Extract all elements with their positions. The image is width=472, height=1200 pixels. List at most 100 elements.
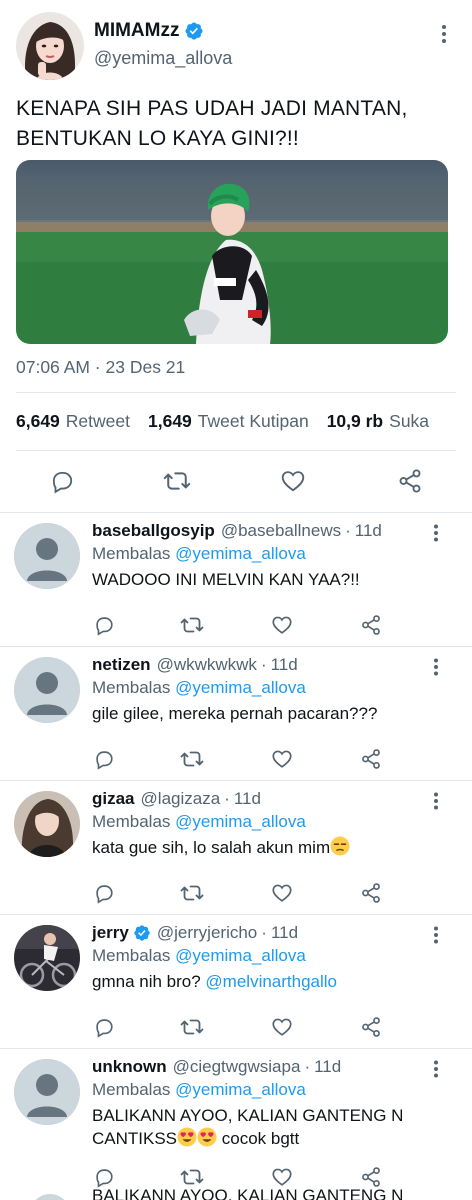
reply-mention-link[interactable]: @melvinarthgallo	[205, 972, 337, 991]
retweet-icon[interactable]	[180, 747, 204, 771]
reply-author-name[interactable]: unknown	[92, 1057, 167, 1077]
dot-separator: ·	[345, 521, 351, 540]
user-avatar[interactable]	[14, 791, 80, 857]
reply-item[interactable]: unknown @ciegtwgwsiapa · 11d Membalas @y…	[0, 1049, 472, 1189]
replying-label: Membalas	[92, 678, 171, 697]
reply-item[interactable]: gizaa @lagizaza · 11d Membalas @yemima_a…	[0, 781, 472, 915]
more-vertical-icon[interactable]	[426, 923, 446, 947]
heart-icon[interactable]	[278, 466, 308, 496]
reply-header: baseballgosyip @baseballnews · 11d	[92, 521, 382, 541]
heart-icon[interactable]	[270, 1015, 294, 1039]
replying-to: Membalas @yemima_allova	[92, 1080, 306, 1100]
reply-icon[interactable]	[92, 613, 116, 637]
heart-icon[interactable]	[270, 613, 294, 637]
more-vertical-icon[interactable]	[434, 22, 454, 46]
reply-text: BALIKANN AYOO, KALIAN GANTENG N CANTIKSS…	[92, 1104, 432, 1150]
replying-label: Membalas	[92, 946, 171, 965]
reply-icon[interactable]	[92, 747, 116, 771]
share-icon[interactable]	[395, 466, 425, 496]
reply-author-handle[interactable]: @wkwkwkwk	[157, 655, 257, 675]
reply-item[interactable]: netizen @wkwkwkwk · 11d Membalas @yemima…	[0, 647, 472, 781]
default-avatar[interactable]	[14, 657, 80, 723]
tweet-timestamp[interactable]: 07:06 AM · 23 Des 21	[16, 357, 185, 378]
more-vertical-icon[interactable]	[426, 1057, 446, 1081]
more-vertical-icon[interactable]	[426, 521, 446, 545]
unamused-face-emoji-icon	[330, 836, 350, 856]
reply-text-word: cocok bgtt	[221, 1129, 300, 1148]
author-name-row[interactable]: MIMAMzz	[94, 20, 204, 42]
reply-age[interactable]: 11d	[271, 655, 298, 675]
default-avatar	[30, 1194, 70, 1200]
reply-author-handle[interactable]: @baseballnews	[221, 521, 341, 541]
dot-separator: ·	[260, 655, 267, 674]
quote-count: 1,649	[148, 411, 192, 431]
share-icon[interactable]	[359, 881, 383, 905]
reply-age[interactable]: 11d	[234, 789, 261, 809]
retweet-icon[interactable]	[162, 466, 192, 496]
share-icon[interactable]	[359, 1015, 383, 1039]
dot-separator: ·	[261, 923, 267, 942]
reply-age[interactable]: 11d	[271, 923, 298, 943]
share-icon[interactable]	[359, 1165, 383, 1189]
reply-age[interactable]: 11d	[355, 521, 382, 541]
tweet-actions	[0, 466, 472, 498]
reply-text-word: CANTIKSS	[92, 1129, 178, 1148]
like-stat[interactable]: 10,9 rb Suka	[327, 411, 429, 432]
tweet-stats: 6,649 Retweet 1,649 Tweet Kutipan 10,9 rb S…	[16, 411, 447, 432]
more-vertical-icon[interactable]	[426, 655, 446, 679]
heart-eyes-emoji-icon	[197, 1127, 217, 1147]
reply-author-name[interactable]: baseballgosyip	[92, 521, 215, 541]
verified-badge-icon	[133, 924, 151, 942]
share-icon[interactable]	[359, 613, 383, 637]
reply-author-name[interactable]: jerry	[92, 923, 129, 943]
replying-to-mention[interactable]: @yemima_allova	[175, 544, 306, 563]
more-vertical-icon[interactable]	[426, 789, 446, 813]
author-display-name[interactable]: MIMAMzz	[94, 20, 179, 42]
heart-icon[interactable]	[270, 881, 294, 905]
dot-separator: ·	[304, 1057, 311, 1076]
quote-stat[interactable]: 1,649 Tweet Kutipan	[148, 411, 309, 432]
reply-actions	[0, 1015, 472, 1039]
replying-to-mention[interactable]: @yemima_allova	[175, 812, 306, 831]
author-handle[interactable]: @yemima_allova	[94, 48, 232, 69]
reply-author-handle[interactable]: @lagizaza	[141, 789, 221, 809]
default-avatar[interactable]	[14, 523, 80, 589]
reply-icon[interactable]	[92, 1015, 116, 1039]
retweet-label: Retweet	[65, 411, 130, 431]
reply-text: kata gue sih, lo salah akun mim	[92, 836, 432, 859]
reply-icon[interactable]	[47, 466, 77, 496]
reply-text-line-2: CANTIKSS cocok bgtt	[92, 1127, 432, 1150]
replying-to-mention[interactable]: @yemima_allova	[175, 678, 306, 697]
reply-author-handle[interactable]: @jerryjericho	[157, 923, 257, 943]
reply-author-handle[interactable]: @ciegtwgwsiapa	[173, 1057, 301, 1077]
reply-icon[interactable]	[92, 1165, 116, 1189]
heart-icon[interactable]	[270, 747, 294, 771]
retweet-icon[interactable]	[180, 881, 204, 905]
retweet-icon[interactable]	[180, 1015, 204, 1039]
retweet-count: 6,649	[16, 411, 60, 431]
quote-label: Tweet Kutipan	[197, 411, 309, 431]
reply-actions	[0, 1165, 472, 1189]
heart-icon[interactable]	[270, 1165, 294, 1189]
heart-eyes-emoji-icon	[177, 1127, 197, 1147]
retweet-stat[interactable]: 6,649 Retweet	[16, 411, 130, 432]
replying-to-mention[interactable]: @yemima_allova	[175, 1080, 306, 1099]
reply-author-name[interactable]: netizen	[92, 655, 151, 675]
replying-to-mention[interactable]: @yemima_allova	[175, 946, 306, 965]
share-icon[interactable]	[359, 747, 383, 771]
reply-author-name[interactable]: gizaa	[92, 789, 135, 809]
replying-to: Membalas @yemima_allova	[92, 544, 306, 564]
reply-item[interactable]: baseballgosyip @baseballnews · 11d Memba…	[0, 513, 472, 647]
reply-icon[interactable]	[92, 881, 116, 905]
tweet-photo[interactable]	[16, 160, 448, 344]
reply-age[interactable]: 11d	[314, 1057, 341, 1077]
replying-to: Membalas @yemima_allova	[92, 946, 306, 966]
retweet-icon[interactable]	[180, 1165, 204, 1189]
default-avatar[interactable]	[14, 1059, 80, 1125]
author-avatar[interactable]	[16, 12, 84, 80]
user-avatar[interactable]	[14, 925, 80, 991]
reply-item[interactable]: jerry @jerryjericho · 11d Membalas @yemi…	[0, 915, 472, 1049]
retweet-icon[interactable]	[180, 613, 204, 637]
replying-label: Membalas	[92, 544, 171, 563]
next-reply-partial[interactable]: BALIKANN AYOO, KALIAN GANTENG N	[0, 1188, 472, 1200]
